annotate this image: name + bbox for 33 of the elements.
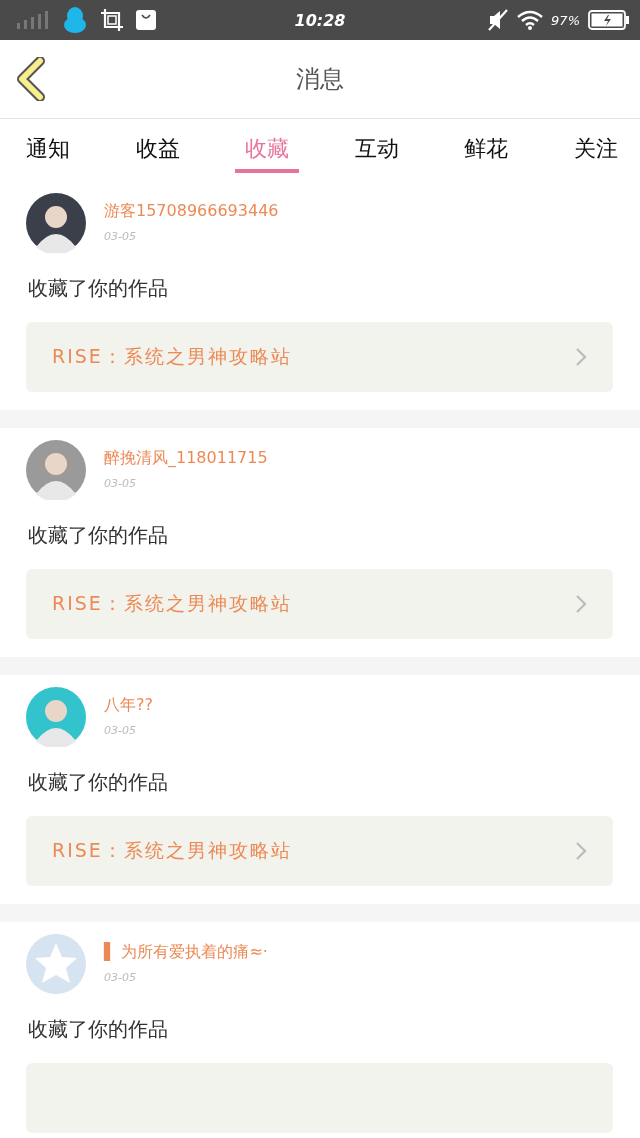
clock-time: 10:28 xyxy=(294,10,346,30)
chevron-right-icon xyxy=(575,347,587,367)
user-name: ▌ 为所有爱执着的痛≈· xyxy=(104,942,268,963)
back-button[interactable] xyxy=(16,57,46,101)
chevron-right-icon xyxy=(575,594,587,614)
avatar-icon[interactable] xyxy=(26,193,86,253)
page-title: 消息 xyxy=(296,64,344,95)
tab[interactable]: 收益 xyxy=(125,119,190,173)
back-chevron-icon xyxy=(16,57,46,101)
tab[interactable]: 通知 xyxy=(16,119,80,173)
message-date: 03-05 xyxy=(104,724,137,737)
mute-icon xyxy=(487,9,510,31)
user-name: 游客15708966693446 xyxy=(104,201,279,222)
wifi-icon xyxy=(517,10,544,30)
message-text: 收藏了你的作品 xyxy=(28,522,169,549)
message-date: 03-05 xyxy=(104,477,137,490)
message-date: 03-05 xyxy=(104,230,137,243)
battery-icon xyxy=(588,10,630,30)
message-text: 收藏了你的作品 xyxy=(28,1016,169,1043)
message-date: 03-05 xyxy=(104,971,137,984)
message-text: 收藏了你的作品 xyxy=(28,275,169,302)
tab[interactable]: 鲜花 xyxy=(454,119,519,173)
message-text: 收藏了你的作品 xyxy=(28,769,169,796)
tab[interactable]: 关注 xyxy=(563,119,628,173)
penguin-icon xyxy=(62,6,88,34)
user-name: 醉挽清风_118011715 xyxy=(104,448,268,469)
screenshot-icon xyxy=(100,8,124,32)
bag-icon xyxy=(136,10,156,30)
tab[interactable]: 互动 xyxy=(344,119,409,173)
signal-icon xyxy=(16,11,50,29)
user-name: 八年?? xyxy=(104,695,153,716)
chevron-right-icon xyxy=(575,841,587,861)
battery-percent: 97% xyxy=(551,12,580,28)
